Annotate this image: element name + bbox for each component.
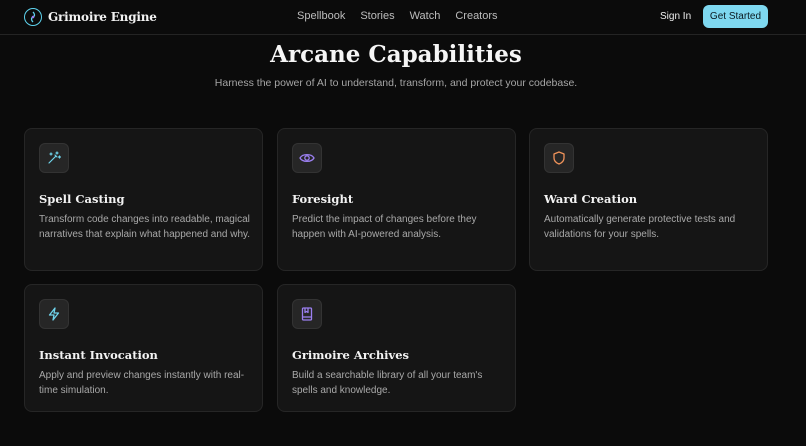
sign-in-link[interactable]: Sign In	[660, 11, 691, 22]
card-description: Automatically generate protective tests …	[544, 214, 736, 240]
brand-logo[interactable]: Grimoire Engine	[24, 7, 157, 27]
get-started-button[interactable]: Get Started	[703, 5, 768, 28]
card-description: Predict the impact of changes before the…	[292, 214, 477, 240]
brand-name: Grimoire Engine	[48, 10, 157, 24]
nav-link-watch[interactable]: Watch	[410, 10, 441, 22]
feature-card-ward-creation: Ward Creation Automatically generate pro…	[529, 128, 768, 271]
card-title: Grimoire Archives	[292, 348, 410, 362]
magic-wand-icon	[39, 143, 69, 173]
lightning-icon	[39, 299, 69, 329]
shield-icon	[544, 143, 574, 173]
nav-links: Spellbook Stories Watch Creators	[297, 10, 498, 22]
section-title: Arcane Capabilities	[270, 41, 522, 68]
card-title: Foresight	[292, 192, 354, 206]
section-subtitle: Harness the power of AI to understand, t…	[214, 77, 578, 89]
card-description: Apply and preview changes instantly with…	[39, 370, 245, 396]
nav-link-spellbook[interactable]: Spellbook	[297, 10, 345, 22]
feature-card-spell-casting: Spell Casting Transform code changes int…	[24, 128, 263, 271]
top-nav: Grimoire Engine Spellbook Stories Watch …	[0, 0, 806, 35]
card-title: Spell Casting	[39, 192, 125, 206]
feature-card-grimoire-archives: Grimoire Archives Build a searchable lib…	[277, 284, 516, 412]
book-icon	[292, 299, 322, 329]
card-title: Ward Creation	[544, 192, 638, 206]
nav-link-creators[interactable]: Creators	[455, 10, 497, 22]
eye-icon	[292, 143, 322, 173]
feature-card-instant-invocation: Instant Invocation Apply and preview cha…	[24, 284, 263, 412]
card-description: Build a searchable library of all your t…	[292, 370, 483, 396]
feature-card-foresight: Foresight Predict the impact of changes …	[277, 128, 516, 271]
brand-mark-icon	[24, 8, 42, 26]
nav-link-stories[interactable]: Stories	[360, 10, 394, 22]
card-title: Instant Invocation	[39, 348, 158, 362]
card-description: Transform code changes into readable, ma…	[39, 214, 251, 240]
